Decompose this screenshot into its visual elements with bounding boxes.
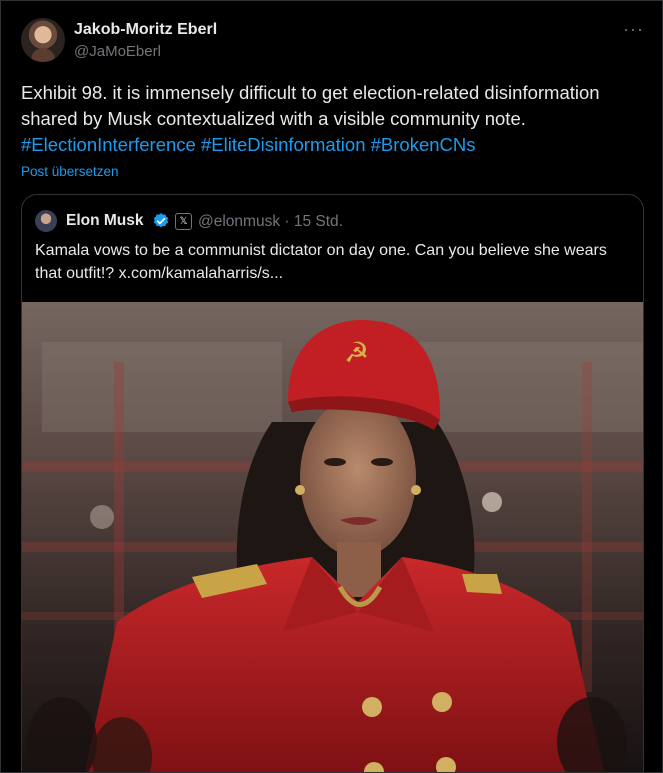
- translate-link[interactable]: Post übersetzen: [21, 164, 119, 179]
- tweet-hashtags[interactable]: #ElectionInterference #EliteDisinformati…: [21, 134, 476, 155]
- quoted-handle-time[interactable]: @elonmusk · 15 Std.: [198, 213, 343, 231]
- hammer-sickle-emblem: ☭: [344, 336, 369, 369]
- tweet-body: Exhibit 98. it is immensely difficult to…: [21, 80, 651, 158]
- quoted-tweet[interactable]: Elon Musk 𝕏 @elonmusk · 15 Std. Kamala v…: [21, 194, 644, 772]
- quoted-media-image[interactable]: ☭: [22, 302, 643, 772]
- more-options-icon[interactable]: ···: [623, 19, 644, 40]
- quoted-text: Kamala vows to be a communist dictator o…: [35, 242, 607, 282]
- photo-illustration: ☭: [22, 302, 643, 772]
- tweet-text: Exhibit 98. it is immensely difficult to…: [21, 82, 600, 129]
- x-affiliation-icon: 𝕏: [175, 213, 192, 230]
- quoted-author-avatar[interactable]: [35, 210, 57, 232]
- author-handle[interactable]: @JaMoEberl: [74, 43, 161, 60]
- author-name[interactable]: Jakob-Moritz Eberl: [74, 21, 217, 39]
- tweet-card: Jakob-Moritz Eberl @JaMoEberl ··· Exhibi…: [0, 0, 663, 773]
- verified-badge-icon: [153, 213, 169, 228]
- author-avatar[interactable]: [21, 18, 65, 62]
- quoted-author-name[interactable]: Elon Musk: [66, 212, 144, 230]
